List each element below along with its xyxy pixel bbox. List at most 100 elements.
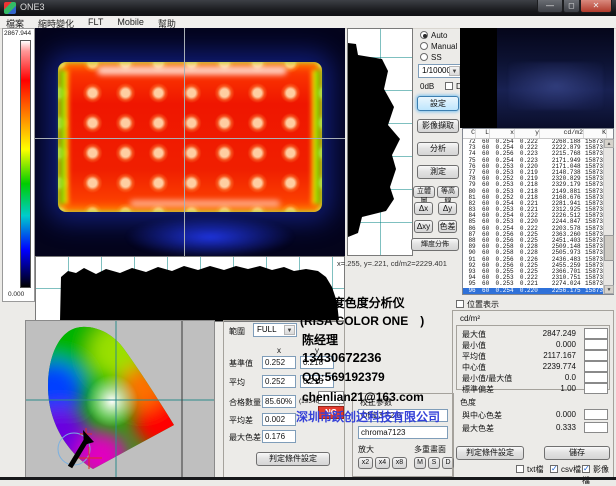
image-file-checkbox[interactable]: 影像檔 xyxy=(582,464,616,486)
zoom-label: 放大 xyxy=(358,444,374,455)
measured-panel-hotzone xyxy=(58,62,322,212)
blue-reflection xyxy=(125,216,295,256)
minimize-button[interactable]: — xyxy=(537,0,563,13)
judge-condition-button[interactable]: 判定條件設定 xyxy=(256,452,330,466)
max-diff-label: 最大色差 xyxy=(229,432,261,443)
average-label: 平均 xyxy=(229,377,245,388)
range-label: 範圍 xyxy=(229,326,245,337)
color-diff-button[interactable]: 色差 xyxy=(438,220,457,233)
zoom-x4-button[interactable]: x4 xyxy=(375,457,390,469)
horizontal-profile-shape xyxy=(36,257,344,321)
cursor-readout: x=.255, y=.221, cd/m2=2229.401 xyxy=(337,259,447,268)
stat-input[interactable] xyxy=(584,328,608,339)
csv-file-checkbox[interactable]: csv檔 xyxy=(550,464,581,475)
close-button[interactable]: ✕ xyxy=(580,0,612,13)
menu-mobile[interactable]: Mobile xyxy=(117,17,144,27)
radio-auto[interactable]: Auto xyxy=(420,31,447,40)
shutter-select[interactable]: 1/10000 ▼ xyxy=(418,64,462,78)
vertical-profile-plot xyxy=(347,28,413,256)
txt-checkbox-icon xyxy=(516,465,524,473)
colorbar-min-label: 0.000 xyxy=(8,291,24,298)
avg-diff-label: 平均差 xyxy=(229,415,253,426)
reference-x-field[interactable]: 0.252 xyxy=(262,356,296,369)
gamut-fill xyxy=(26,321,214,477)
radio-manual-icon xyxy=(420,42,428,50)
table-header: C L x y cd/m2 K xyxy=(463,129,613,139)
measurement-table[interactable]: C L x y cd/m2 K 7260 0.2540.222 2268.188… xyxy=(462,128,614,295)
average-x-field[interactable]: 0.252 xyxy=(262,375,296,388)
radio-ss[interactable]: SS xyxy=(420,53,442,62)
table-body: 7260 0.2540.222 2268.18815873 7360 0.254… xyxy=(463,139,603,294)
vertical-profile-shape xyxy=(348,29,412,255)
dr-checkbox-icon xyxy=(445,82,453,90)
stat-input[interactable] xyxy=(584,372,608,383)
solid-view-button[interactable]: 立體圖 xyxy=(413,186,435,198)
table-scrollbar[interactable]: ▲ ▼ xyxy=(603,139,613,294)
stat-input[interactable] xyxy=(584,409,608,420)
preview-panel-shape xyxy=(509,62,603,110)
chevron-down-icon: ▼ xyxy=(449,66,460,76)
stat-row-max-color-diff: 最大色差0.333 xyxy=(462,422,608,434)
crosshair-vertical[interactable] xyxy=(184,28,185,256)
menu-timelapse[interactable]: 縮時變化 xyxy=(38,17,74,27)
menu-help[interactable]: 幫助 xyxy=(158,17,176,27)
radio-manual[interactable]: Manual xyxy=(420,42,457,51)
watermark-line-name: 陈经理 xyxy=(302,331,338,348)
set-button[interactable]: 設定 xyxy=(417,96,459,111)
scroll-up-icon[interactable]: ▲ xyxy=(604,139,614,148)
analyze-button[interactable]: 分析 xyxy=(417,142,459,156)
maximize-button[interactable]: ◻ xyxy=(563,0,580,13)
stat-input[interactable] xyxy=(584,422,608,433)
panel-left-glow xyxy=(60,70,70,204)
pass-percent-field: 85.60% xyxy=(262,395,296,408)
judge-condition-button-2[interactable]: 判定條件設定 xyxy=(456,446,524,460)
menu-flt[interactable]: FLT xyxy=(88,17,103,27)
range-select[interactable]: FULL ▼ xyxy=(253,323,297,337)
txt-file-checkbox[interactable]: txt檔 xyxy=(516,464,543,475)
multi-m-button[interactable]: M xyxy=(414,457,426,469)
panel-bottom-streak xyxy=(130,200,280,207)
horizontal-profile-plot xyxy=(35,256,345,322)
radio-ss-icon xyxy=(420,53,428,61)
stat-input[interactable] xyxy=(584,350,608,361)
multi-s-button[interactable]: S xyxy=(428,457,440,469)
capture-button[interactable]: 影像擷取 xyxy=(417,119,459,133)
stat-row-stddev: 標準偏差1.00 xyxy=(462,383,608,395)
table-row[interactable]: 9660 0.2540.220 2256.17515873 xyxy=(463,288,603,294)
cie-chromaticity-diagram[interactable] xyxy=(25,320,215,478)
zoom-x8-button[interactable]: x8 xyxy=(392,457,407,469)
menu-file[interactable]: 檔案 xyxy=(6,17,24,27)
stat-row-center-diff: 與中心色差0.000 xyxy=(462,409,608,421)
watermark-line-email: chenlian21@163.com xyxy=(302,390,424,404)
save-button[interactable]: 儲存 xyxy=(544,446,610,460)
watermark-line-qq: QQ:569192379 xyxy=(302,370,385,384)
stats-unit-label: cd/m² xyxy=(460,314,480,323)
delta-x-button[interactable]: Δx xyxy=(414,202,433,215)
photo-background xyxy=(460,28,614,128)
contour-button[interactable]: 等高線 xyxy=(437,186,459,198)
measure-button[interactable]: 測定 xyxy=(417,165,459,179)
luminance-dist-button[interactable]: 輝度分佈 xyxy=(411,238,459,251)
watermark-line-company: 深圳市跃创达科技有限公司 xyxy=(296,408,440,425)
stat-input[interactable] xyxy=(584,339,608,350)
avg-diff-field: 0.002 xyxy=(262,413,296,426)
scroll-down-icon[interactable]: ▼ xyxy=(604,285,614,294)
calibration-profile-field[interactable]: chroma7123 xyxy=(358,426,448,439)
delta-xy-button[interactable]: Δxy xyxy=(414,220,433,233)
csv-checkbox-icon xyxy=(550,465,558,473)
stat-input[interactable] xyxy=(584,383,608,394)
luminance-colorbar xyxy=(20,40,31,288)
zoom-x2-button[interactable]: x2 xyxy=(358,457,373,469)
thermal-image-view[interactable] xyxy=(35,28,345,256)
scroll-thumb[interactable] xyxy=(604,235,614,261)
reference-label: 基準值 xyxy=(229,358,253,369)
position-display-checkbox[interactable]: 位置表示 xyxy=(456,299,499,310)
crosshair-horizontal[interactable] xyxy=(35,138,345,139)
app-icon xyxy=(4,2,16,14)
multi-screen-label: 多重畫面 xyxy=(414,444,446,455)
delta-y-button[interactable]: Δy xyxy=(438,202,457,215)
stat-input[interactable] xyxy=(584,361,608,372)
panel-right-glow xyxy=(310,70,320,204)
panel-top-streak xyxy=(97,66,287,75)
window-title: ONE3 xyxy=(20,2,45,12)
